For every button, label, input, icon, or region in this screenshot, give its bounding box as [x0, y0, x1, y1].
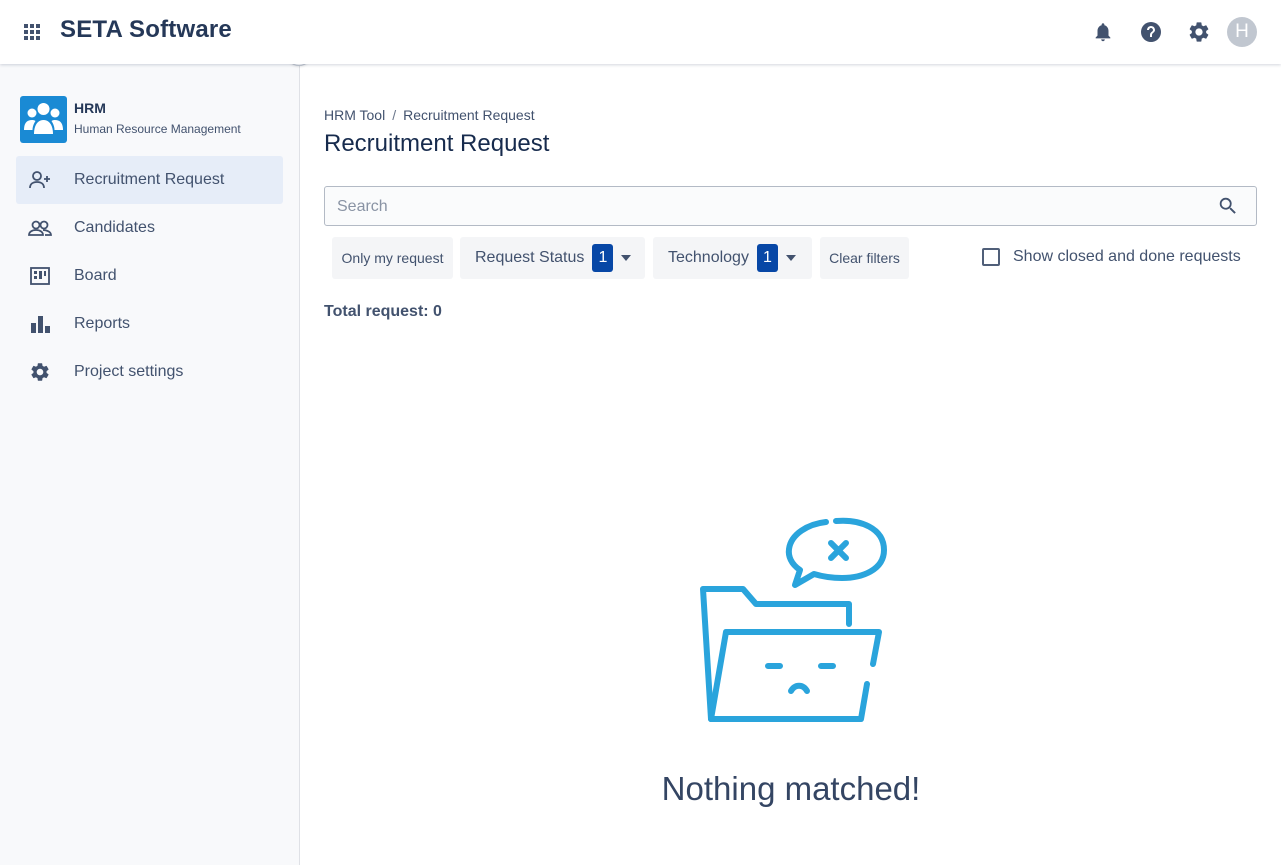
brand-name[interactable]: SETA Software: [60, 16, 232, 44]
only-my-request-label: Only my request: [341, 250, 444, 266]
sidebar-item-label: Reports: [74, 315, 131, 332]
add-user-icon: [28, 169, 52, 191]
breadcrumb-item-recruitment-request[interactable]: Recruitment Request: [403, 107, 535, 123]
gear-icon: [28, 361, 52, 383]
top-navigation-bar: SETA Software H: [0, 0, 1281, 64]
clear-filters-label: Clear filters: [829, 250, 900, 266]
technology-filter[interactable]: Technology 1: [653, 237, 812, 279]
total-request-count: Total request: 0: [324, 303, 442, 320]
project-name: HRM: [74, 100, 106, 116]
empty-state-message: Nothing matched!: [661, 770, 921, 807]
bar-chart-icon: [28, 313, 52, 335]
help-icon[interactable]: [1137, 18, 1165, 46]
caret-down-icon: [621, 253, 632, 263]
project-logo: [20, 96, 67, 143]
sidebar-item-project-settings[interactable]: Project settings: [16, 348, 283, 396]
show-closed-label: Show closed and done requests: [1013, 248, 1241, 265]
only-my-request-button[interactable]: Only my request: [332, 237, 453, 279]
request-status-count-badge: 1: [592, 244, 614, 272]
request-status-label: Request Status: [475, 249, 585, 266]
clear-filters-button[interactable]: Clear filters: [820, 237, 909, 279]
empty-folder-illustration: [696, 514, 896, 724]
request-status-filter[interactable]: Request Status 1: [460, 237, 645, 279]
search-box: [324, 186, 1257, 226]
sidebar-item-label: Board: [74, 267, 117, 284]
apps-grid-icon[interactable]: [22, 22, 42, 42]
show-closed-checkbox[interactable]: [982, 248, 1000, 266]
sidebar-nav: Recruitment Request Candidates Board Rep…: [16, 156, 283, 396]
caret-down-icon: [785, 253, 796, 263]
breadcrumb: HRM Tool / Recruitment Request: [324, 107, 535, 123]
sidebar-item-recruitment-request[interactable]: Recruitment Request: [16, 156, 283, 204]
technology-count-badge: 1: [756, 244, 778, 272]
people-icon: [28, 217, 52, 239]
breadcrumb-separator: /: [392, 107, 397, 123]
sidebar-item-board[interactable]: Board: [16, 252, 283, 300]
sidebar-item-label: Project settings: [74, 363, 184, 380]
user-avatar[interactable]: H: [1227, 17, 1257, 47]
sidebar-item-label: Candidates: [74, 219, 155, 236]
page-title: Recruitment Request: [324, 130, 550, 157]
project-subtitle: Human Resource Management: [74, 122, 241, 136]
board-icon: [28, 265, 52, 287]
main-content: HRM Tool / Recruitment Request Recruitme…: [301, 64, 1281, 865]
sidebar-item-reports[interactable]: Reports: [16, 300, 283, 348]
show-closed-requests-toggle[interactable]: Show closed and done requests: [982, 248, 1241, 266]
sidebar: HRM Human Resource Management Recruitmen…: [0, 64, 300, 865]
technology-label: Technology: [668, 249, 749, 266]
breadcrumb-item-hrm-tool[interactable]: HRM Tool: [324, 107, 385, 123]
sidebar-item-candidates[interactable]: Candidates: [16, 204, 283, 252]
sidebar-item-label: Recruitment Request: [74, 171, 225, 188]
gear-icon[interactable]: [1185, 18, 1213, 46]
bell-icon[interactable]: [1089, 18, 1117, 46]
search-icon[interactable]: [1217, 195, 1239, 217]
search-input[interactable]: [337, 196, 1197, 218]
